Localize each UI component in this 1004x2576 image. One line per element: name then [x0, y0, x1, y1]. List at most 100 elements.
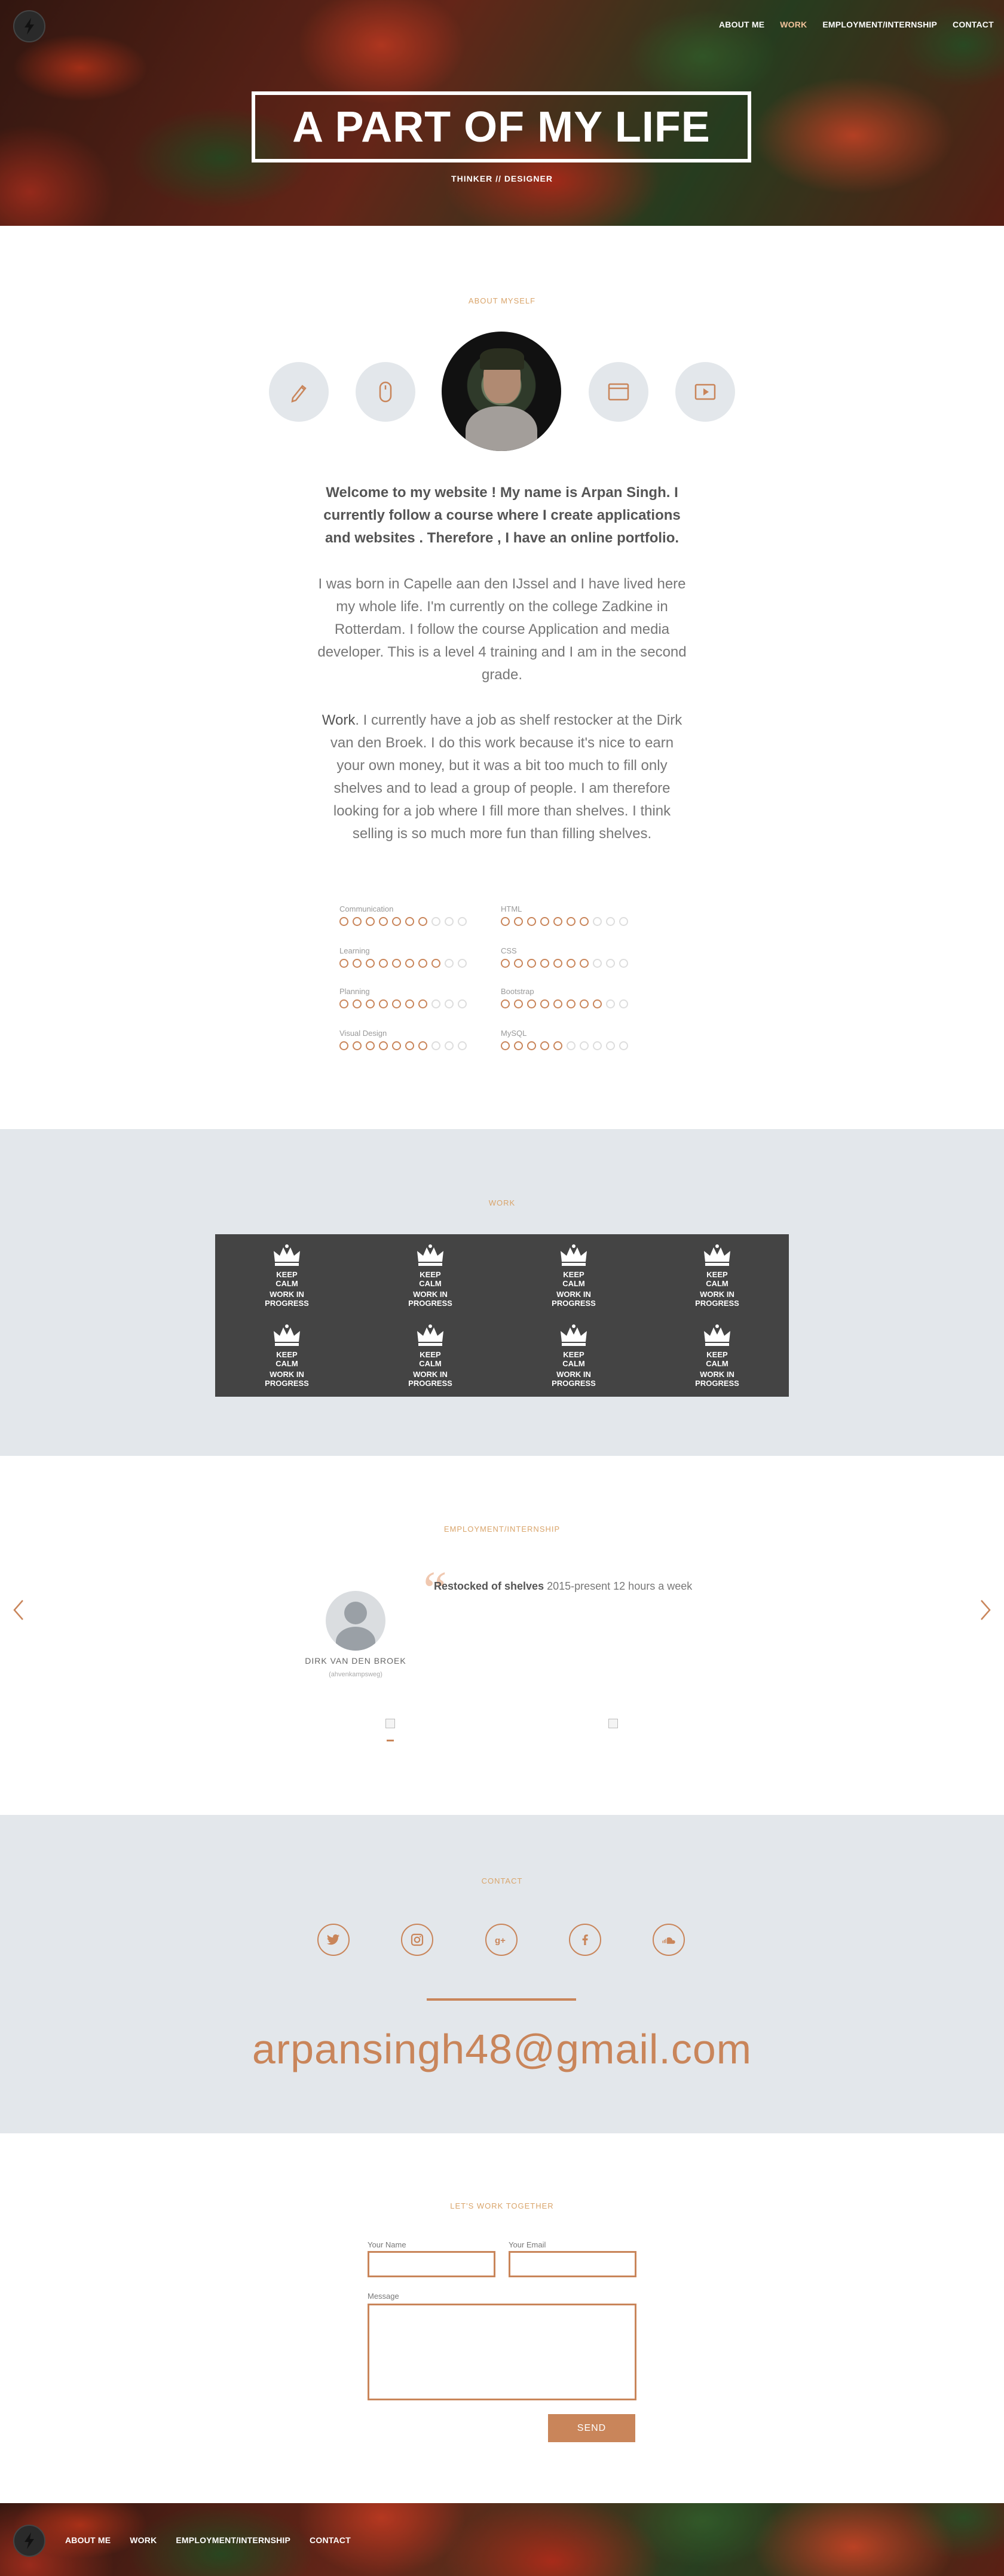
skill-name: CSS — [501, 946, 517, 955]
skill-name: HTML — [501, 904, 522, 913]
nav-employment[interactable]: EMPLOYMENT/INTERNSHIP — [822, 20, 937, 29]
skill-rating — [339, 1041, 483, 1050]
about-paragraph-2: Work. I currently have a job as shelf re… — [317, 709, 687, 845]
work-tile[interactable]: KEEP CALM WORK IN PROGRESS — [359, 1235, 502, 1315]
skill-rating-dot — [580, 917, 589, 926]
logo-icon[interactable] — [13, 10, 45, 42]
work-tile[interactable]: KEEP CALM WORK IN PROGRESS — [215, 1235, 359, 1315]
skill-item: Visual Design — [339, 1029, 483, 1050]
skill-rating-dot — [445, 999, 454, 1008]
instagram-button[interactable] — [401, 1924, 433, 1956]
twitter-button[interactable] — [317, 1924, 350, 1956]
employment-section-title: EMPLOYMENT/INTERNSHIP — [443, 1525, 561, 1534]
skill-rating-dot — [619, 1041, 628, 1050]
skill-rating — [501, 917, 644, 926]
skill-name: Visual Design — [339, 1029, 387, 1038]
skill-rating-dot — [445, 917, 454, 926]
carousel-thumb-1[interactable] — [385, 1719, 395, 1728]
employer-subtitle: (ahvenkampsweg) — [329, 1671, 382, 1678]
work-tile-text: WORK IN — [413, 1289, 448, 1299]
footer-nav-employment[interactable]: EMPLOYMENT/INTERNSHIP — [176, 2535, 290, 2545]
footer-nav-work[interactable]: WORK — [130, 2535, 157, 2545]
work-section-title: WORK — [488, 1198, 516, 1207]
skill-rating-dot — [501, 999, 510, 1008]
skill-rating-dot — [339, 999, 348, 1008]
skill-item: Planning — [339, 987, 483, 1008]
skill-rating-dot — [553, 917, 562, 926]
skill-rating-dot — [379, 917, 388, 926]
skill-rating-dot — [379, 1041, 388, 1050]
crown-icon — [704, 1324, 730, 1346]
facebook-button[interactable] — [569, 1924, 601, 1956]
nav-contact[interactable]: CONTACT — [953, 20, 994, 29]
main-nav: ABOUT ME WORK EMPLOYMENT/INTERNSHIP CONT… — [719, 20, 994, 29]
name-input[interactable] — [368, 2251, 495, 2277]
work-tile[interactable]: KEEP CALM WORK IN PROGRESS — [215, 1315, 359, 1396]
about-paragraph-2-text: . I currently have a job as shelf restoc… — [330, 712, 682, 842]
svg-text:g+: g+ — [495, 1936, 506, 1946]
skill-rating-dot — [353, 959, 362, 968]
send-button[interactable]: SEND — [548, 2414, 635, 2442]
contact-email[interactable]: arpansingh48@gmail.com — [0, 2025, 1004, 2073]
carousel-active-indicator — [387, 1740, 394, 1741]
skill-rating-dot — [458, 999, 467, 1008]
work-tile[interactable]: KEEP CALM WORK IN PROGRESS — [645, 1235, 789, 1315]
work-tile-text: PROGRESS — [408, 1378, 452, 1388]
nav-about-me[interactable]: ABOUT ME — [719, 20, 764, 29]
footer-logo-icon[interactable] — [13, 2525, 45, 2557]
work-grid: KEEP CALM WORK IN PROGRESS KEEP CALM WORK IN PR… — [215, 1234, 789, 1397]
skill-rating-dot — [431, 1041, 440, 1050]
work-tile[interactable]: KEEP CALM WORK IN PROGRESS — [359, 1315, 502, 1396]
profile-photo — [442, 332, 561, 451]
skill-rating-dot — [379, 999, 388, 1008]
work-tile[interactable]: KEEP CALM WORK IN PROGRESS — [502, 1235, 645, 1315]
skill-rating-dot — [339, 1041, 348, 1050]
skill-rating-dot — [458, 1041, 467, 1050]
work-tile-text: KEEP — [276, 1269, 298, 1279]
skill-rating-dot — [353, 1041, 362, 1050]
crown-icon — [561, 1324, 587, 1346]
carousel-prev-button[interactable] — [10, 1598, 27, 1622]
message-textarea[interactable] — [368, 2304, 636, 2400]
soundcloud-button[interactable] — [653, 1924, 685, 1956]
work-tile-text: KEEP — [706, 1350, 728, 1359]
carousel-next-button[interactable] — [977, 1598, 994, 1622]
lightning-icon — [25, 18, 34, 35]
employment-quote-rest: 2015-present 12 hours a week — [544, 1580, 693, 1592]
work-tile-text: KEEP — [706, 1269, 728, 1279]
skill-rating-dot — [405, 999, 414, 1008]
skill-rating-dot — [458, 917, 467, 926]
google-plus-button[interactable]: g+ — [485, 1924, 518, 1956]
skill-rating-dot — [458, 959, 467, 968]
email-input[interactable] — [509, 2251, 636, 2277]
employment-quote: Restocked of shelves 2015-present 12 hou… — [434, 1580, 692, 1593]
browser-window-icon — [589, 362, 648, 422]
skill-rating-dot — [431, 917, 440, 926]
employer-avatar — [326, 1591, 385, 1651]
skill-rating-dot — [527, 1041, 536, 1050]
work-tile-text: CALM — [276, 1278, 298, 1288]
work-tile-text: CALM — [562, 1358, 585, 1368]
skill-rating-dot — [619, 999, 628, 1008]
footer-nav-contact[interactable]: CONTACT — [310, 2535, 351, 2545]
message-label: Message — [368, 2292, 399, 2301]
skill-rating-dot — [606, 959, 615, 968]
carousel-thumb-2[interactable] — [608, 1719, 618, 1728]
work-tile[interactable]: KEEP CALM WORK IN PROGRESS — [645, 1315, 789, 1396]
footer-nav-about-me[interactable]: ABOUT ME — [65, 2535, 111, 2545]
skill-name: Planning — [339, 987, 370, 996]
skill-rating-dot — [501, 959, 510, 968]
facebook-icon — [582, 1934, 588, 1945]
skill-rating-dot — [353, 999, 362, 1008]
name-label: Your Name — [368, 2240, 406, 2249]
work-tile-text: CALM — [706, 1358, 728, 1368]
form-section-title: LET'S WORK TOGETHER — [450, 2201, 554, 2210]
work-tile[interactable]: KEEP CALM WORK IN PROGRESS — [502, 1315, 645, 1396]
nav-work[interactable]: WORK — [780, 20, 807, 29]
skill-name: MySQL — [501, 1029, 527, 1038]
work-tile-text: WORK IN — [270, 1289, 304, 1299]
video-play-icon — [675, 362, 735, 422]
skill-rating-dot — [501, 1041, 510, 1050]
skill-rating-dot — [339, 917, 348, 926]
work-tile-text: KEEP — [563, 1269, 584, 1279]
